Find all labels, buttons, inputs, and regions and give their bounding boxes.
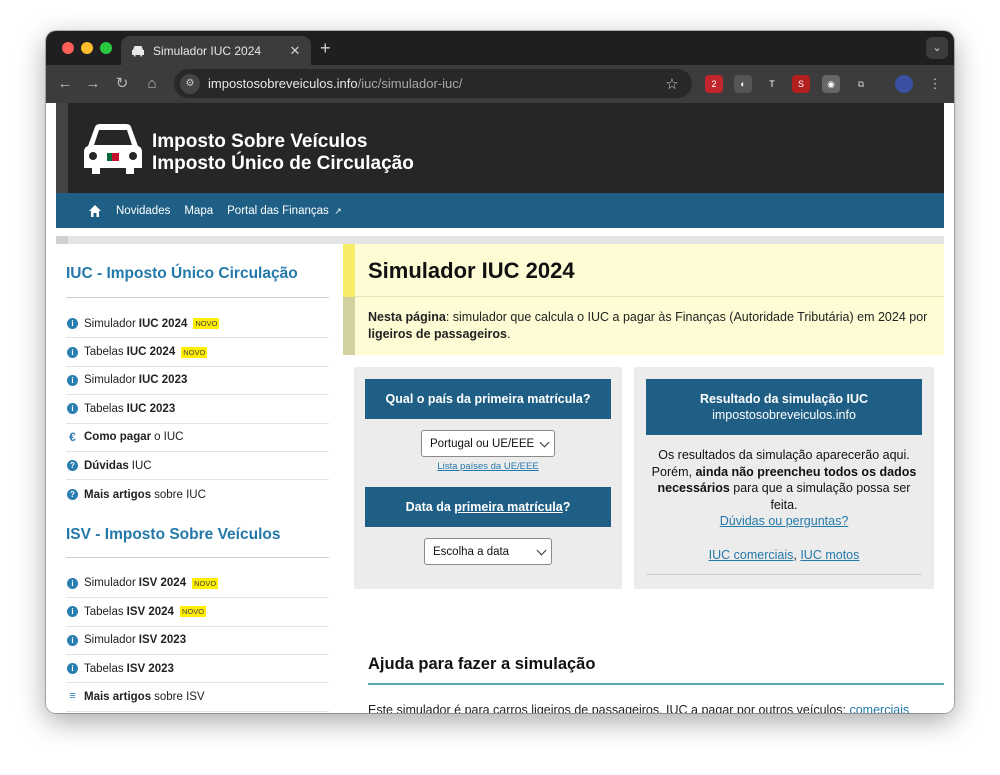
sidebar-item-duvidas-iuc[interactable]: ? Dúvidas IUC [66,452,329,481]
extension-translate-icon[interactable]: T [763,75,781,93]
result-message: Os resultados da simulação aparecerão aq… [651,448,917,528]
sidebar-item-tabelas-isv-2023[interactable]: i Tabelas ISV 2023 [66,655,329,684]
simulator-form-panel: Qual o país da primeira matrícula? Portu… [354,367,622,589]
tab-title: Simulador IUC 2024 [153,43,262,58]
question-icon: ? [67,460,78,472]
sidebar-item-tabelas-iuc-2023[interactable]: i Tabelas IUC 2023 [66,395,329,424]
site-nav: Novidades Mapa Portal das Finanças ↗ [56,193,944,228]
novo-badge: NOVO [192,577,219,589]
url-text[interactable]: impostosobreveiculos.info/iuc/simulador-… [208,76,662,91]
sidebar-iuc-list: i Simulador IUC 2024 NOVO i Tabelas IUC 2024 N… [66,310,329,509]
question-country-heading: Qual o país da primeira matrícula? [365,379,611,419]
extensions-puzzle-icon[interactable]: ⧉ [852,75,870,93]
page-title: Simulador IUC 2024 [368,258,575,283]
header-accent-bar [56,103,68,193]
sidebar-item-tabelas-iuc-2024[interactable]: i Tabelas IUC 2024 NOVO [66,338,329,367]
chevron-down-icon [539,437,550,447]
comerciais-link[interactable]: comerciais [849,703,909,713]
browser-window: Simulador IUC 2024 ✕ + ⌄ ← → ↻ ⌂ ⚙ impos… [46,31,954,713]
site-header: Imposto Sobre Veículos Imposto Único de … [56,103,944,193]
extension-camera-icon[interactable]: ◉ [822,75,840,93]
reload-icon[interactable]: ↻ [111,73,133,95]
intro-text: Nesta página: simulador que calcula o IU… [368,310,928,341]
sidebar-item-simulador-iuc-2024[interactable]: i Simulador IUC 2024 NOVO [66,310,329,339]
new-tab-button[interactable]: + [320,38,331,59]
date-select[interactable]: Escolha a data [424,538,552,565]
sidebar-item-simulador-isv-2023[interactable]: i Simulador ISV 2023 [66,627,329,655]
result-related-links: IUC comerciais, IUC motos [646,548,922,575]
site-settings-icon[interactable]: ⚙ [180,73,200,94]
profile-avatar[interactable] [895,75,913,93]
divider [646,574,922,575]
novo-badge: NOVO [193,318,220,330]
extension-adblock-icon[interactable]: 2 [705,75,723,93]
iuc-comerciais-link[interactable]: IUC comerciais [709,548,794,562]
site-title[interactable]: Imposto Sobre Veículos Imposto Único de … [152,131,414,175]
back-arrow-icon[interactable]: ← [54,73,76,95]
simulation-result-panel: Resultado da simulação IUC impostosobrev… [634,367,934,589]
active-tab[interactable]: Simulador IUC 2024 ✕ [121,36,311,65]
tab-close-icon[interactable]: ✕ [287,43,303,59]
sidebar-heading-isv[interactable]: ISV - Imposto Sobre Veículos [66,509,329,558]
home-icon[interactable]: ⌂ [141,73,163,95]
sidebar-item-simulador-iuc-2023[interactable]: i Simulador IUC 2023 [66,367,329,396]
duvidas-link[interactable]: Dúvidas ou perguntas? [720,514,849,528]
help-divider [368,683,944,685]
home-nav-icon[interactable] [88,204,102,218]
novo-badge: NOVO [181,346,208,358]
sidebar-item-como-pagar[interactable]: € Como pagar o IUC [66,424,329,452]
euro-icon: € [69,429,76,444]
info-icon: i [67,318,78,330]
help-heading: Ajuda para fazer a simulação [368,655,596,673]
info-icon: i [67,634,78,646]
info-icon: i [67,606,78,618]
web-page: Imposto Sobre Veículos Imposto Único de … [46,103,954,713]
question-date-heading: Data da primeira matrícula? [365,487,611,527]
external-link-icon: ↗ [331,205,342,216]
extension-moon-icon[interactable]: ◐ [734,75,752,93]
browser-toolbar: ← → ↻ ⌂ ⚙ impostosobreveiculos.info/iuc/… [46,65,954,103]
country-select[interactable]: Portugal ou UE/EEE [421,430,555,457]
iuc-motos-link[interactable]: IUC motos [800,548,859,562]
result-heading: Resultado da simulação IUC impostosobrev… [646,379,922,435]
address-bar[interactable]: ⚙ impostosobreveiculos.info/iuc/simulado… [174,69,692,98]
nav-portal-financas[interactable]: Portal das Finanças ↗ [227,205,342,217]
novo-badge: NOVO [179,606,207,618]
sidebar-heading-iuc[interactable]: IUC - Imposto Único Circulação [66,248,329,298]
info-icon: i [67,577,78,589]
extension-red-icon[interactable]: S [792,75,810,93]
nav-novidades[interactable]: Novidades [116,205,170,217]
minimize-window-button[interactable] [81,42,93,54]
chevron-down-icon [536,545,547,555]
list-icon: ≡ [69,690,76,703]
info-icon: i [67,374,78,386]
sidebar-isv-list: i Simulador ISV 2024 NOVO i Tabelas ISV 2024 N… [66,570,329,712]
car-logo-icon[interactable] [82,122,144,176]
nav-mapa[interactable]: Mapa [184,205,213,217]
eu-countries-link[interactable]: Lista países da UE/EEE [354,461,622,472]
close-window-button[interactable] [62,42,74,54]
page-title-box: Simulador IUC 2024 [343,244,944,297]
content-top-strip [56,236,944,244]
help-text: Este simulador é para carros ligeiros de… [368,703,944,713]
tab-search-chevron-icon[interactable]: ⌄ [926,37,948,59]
tab-bar: Simulador IUC 2024 ✕ + ⌄ [46,31,954,65]
browser-menu-icon[interactable]: ⋮ [926,75,944,93]
maximize-window-button[interactable] [100,42,112,54]
sidebar-item-simulador-isv-2024[interactable]: i Simulador ISV 2024 NOVO [66,570,329,599]
info-icon: i [67,403,78,415]
sidebar: IUC - Imposto Único Circulação i Simulado… [66,248,329,712]
sidebar-item-mais-artigos-isv[interactable]: ≡ Mais artigos sobre ISV [66,683,329,712]
info-icon: i [67,663,78,675]
sidebar-item-mais-artigos-iuc[interactable]: ? Mais artigos sobre IUC [66,480,329,508]
bookmark-star-icon[interactable]: ☆ [662,75,682,93]
primeira-matricula-link[interactable]: primeira matrícula [454,500,562,514]
sidebar-item-tabelas-isv-2024[interactable]: i Tabelas ISV 2024 NOVO [66,598,329,627]
info-icon: i [67,346,78,358]
forward-arrow-icon[interactable]: → [82,73,104,95]
question-icon: ? [67,489,78,501]
car-favicon-icon [132,45,144,56]
intro-box: Nesta página: simulador que calcula o IU… [343,297,944,355]
